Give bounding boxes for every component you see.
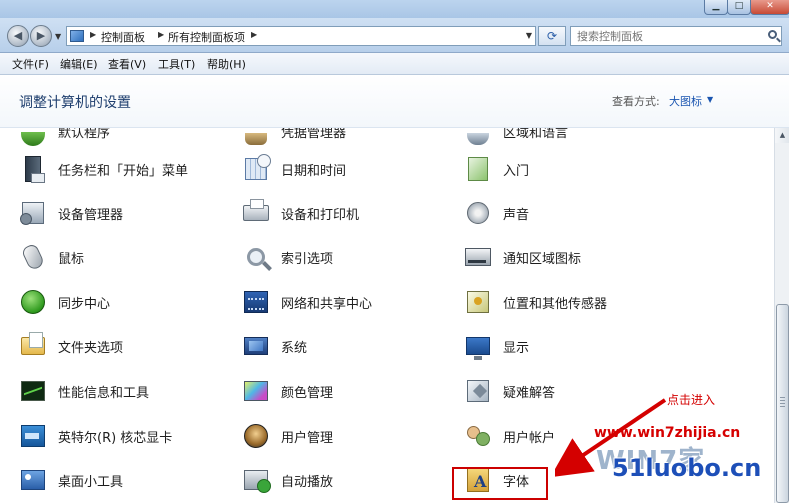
item-label: 系统: [281, 341, 308, 356]
recent-pages-dropdown-icon[interactable]: ▼: [55, 32, 61, 41]
desktop-gadgets-icon: [21, 470, 45, 490]
window-title-bar: ▁ □ ✕: [0, 0, 789, 18]
item-label: 默认程序: [58, 128, 111, 141]
view-by-dropdown[interactable]: 大图标: [669, 93, 702, 109]
notification-area-icon: [465, 248, 491, 266]
view-by-label: 查看方式:: [612, 95, 660, 108]
network-sharing-icon: [244, 291, 268, 313]
address-dropdown-icon[interactable]: ▼: [526, 31, 532, 40]
item-label: 位置和其他传感器: [503, 297, 608, 312]
indexing-options-icon: [247, 248, 265, 266]
refresh-button[interactable]: ⟳: [538, 26, 566, 46]
item-label: 自动播放: [281, 475, 334, 490]
item-label: 颜色管理: [281, 386, 334, 401]
intel-graphics-icon: [21, 425, 45, 447]
breadcrumb-arrow-icon[interactable]: ▶: [251, 30, 257, 39]
performance-icon: [21, 381, 45, 401]
system-icon: [244, 337, 268, 355]
autoplay-icon: [244, 470, 271, 493]
menu-edit[interactable]: 编辑(E): [60, 56, 98, 72]
item-label: 文件夹选项: [58, 341, 124, 356]
item-label: 显示: [503, 341, 530, 356]
item-label: 鼠标: [58, 252, 85, 267]
search-input[interactable]: [577, 28, 757, 44]
default-programs-icon: [21, 132, 45, 146]
mouse-icon: [20, 242, 46, 272]
menu-tools[interactable]: 工具(T): [158, 56, 195, 72]
sync-center-icon: [21, 290, 45, 314]
address-bar[interactable]: ▶ 控制面板 ▶ 所有控制面板项 ▶ ▼: [66, 26, 536, 46]
device-manager-icon: [20, 202, 44, 225]
watermark-51luobo: 51luobo.cn: [612, 454, 762, 482]
breadcrumb-arrow-icon[interactable]: ▶: [90, 30, 96, 39]
getting-started-icon: [468, 157, 488, 181]
credential-manager-icon: [245, 133, 267, 145]
close-button[interactable]: ✕: [750, 0, 789, 15]
maximize-button[interactable]: □: [727, 0, 751, 15]
back-button[interactable]: ◀: [7, 25, 29, 47]
scroll-thumb[interactable]: [776, 304, 789, 503]
item-label: 区域和语言: [503, 128, 569, 141]
user-accounts-icon: [466, 424, 490, 448]
item-label: 网络和共享中心: [281, 297, 373, 312]
content-header: 调整计算机的设置 查看方式: 大图标 ▼: [0, 75, 789, 128]
item-label: 凭据管理器: [281, 128, 347, 141]
devices-printers-icon: [243, 199, 269, 221]
sound-icon: [467, 202, 489, 224]
date-time-icon: [245, 154, 271, 180]
item-label: 设备管理器: [58, 208, 124, 223]
search-box[interactable]: [570, 26, 782, 46]
color-management-icon: [244, 381, 268, 401]
item-label: 疑难解答: [503, 386, 556, 401]
item-label: 用户帐户: [503, 431, 556, 446]
view-by-dropdown-icon[interactable]: ▼: [707, 95, 713, 104]
address-toolbar: ◀ ▶ ▼ ▶ 控制面板 ▶ 所有控制面板项 ▶ ▼ ⟳: [0, 18, 789, 53]
item-label: 日期和时间: [281, 164, 347, 179]
vertical-scrollbar[interactable]: ▲: [774, 128, 789, 503]
control-panel-icon: [70, 30, 84, 42]
watermark-url: www.win7zhijia.cn: [594, 425, 741, 441]
page-title: 调整计算机的设置: [19, 95, 131, 111]
item-label: 索引选项: [281, 252, 334, 267]
item-label: 通知区域图标: [503, 252, 582, 267]
breadcrumb-control-panel[interactable]: 控制面板: [101, 29, 145, 45]
control-panel-items: 默认程序 任务栏和「开始」菜单 设备管理器 鼠标 同步中心 文件夹选项 性能信息…: [0, 128, 774, 503]
menu-view[interactable]: 查看(V): [108, 56, 146, 72]
breadcrumb-all-items[interactable]: 所有控制面板项: [168, 29, 245, 45]
breadcrumb-arrow-icon[interactable]: ▶: [158, 30, 164, 39]
item-label: 桌面小工具: [58, 475, 124, 490]
scroll-up-icon[interactable]: ▲: [775, 128, 789, 143]
item-label: 性能信息和工具: [58, 386, 150, 401]
search-icon[interactable]: [768, 30, 777, 39]
item-label: 声音: [503, 208, 530, 223]
location-sensors-icon: [467, 291, 489, 313]
item-label: 入门: [503, 164, 530, 179]
item-label: 设备和打印机: [281, 208, 360, 223]
user-management-icon: [244, 424, 268, 448]
region-language-icon: [467, 133, 489, 145]
item-label: 任务栏和「开始」菜单: [58, 164, 189, 179]
item-label: 用户管理: [281, 431, 334, 446]
fonts-highlight-box: [452, 467, 548, 500]
menu-file[interactable]: 文件(F): [12, 56, 49, 72]
item-label: 同步中心: [58, 297, 111, 312]
forward-button[interactable]: ▶: [30, 25, 52, 47]
menu-bar: 文件(F) 编辑(E) 查看(V) 工具(T) 帮助(H): [0, 53, 789, 75]
minimize-button[interactable]: ▁: [704, 0, 728, 15]
display-icon: [466, 337, 490, 360]
folder-options-icon: [21, 332, 45, 355]
menu-help[interactable]: 帮助(H): [207, 56, 246, 72]
scroll-grip-icon: [780, 397, 785, 407]
item-label: 英特尔(R) 核芯显卡: [58, 431, 173, 446]
troubleshooting-icon: [467, 380, 489, 402]
taskbar-icon: [25, 156, 45, 183]
